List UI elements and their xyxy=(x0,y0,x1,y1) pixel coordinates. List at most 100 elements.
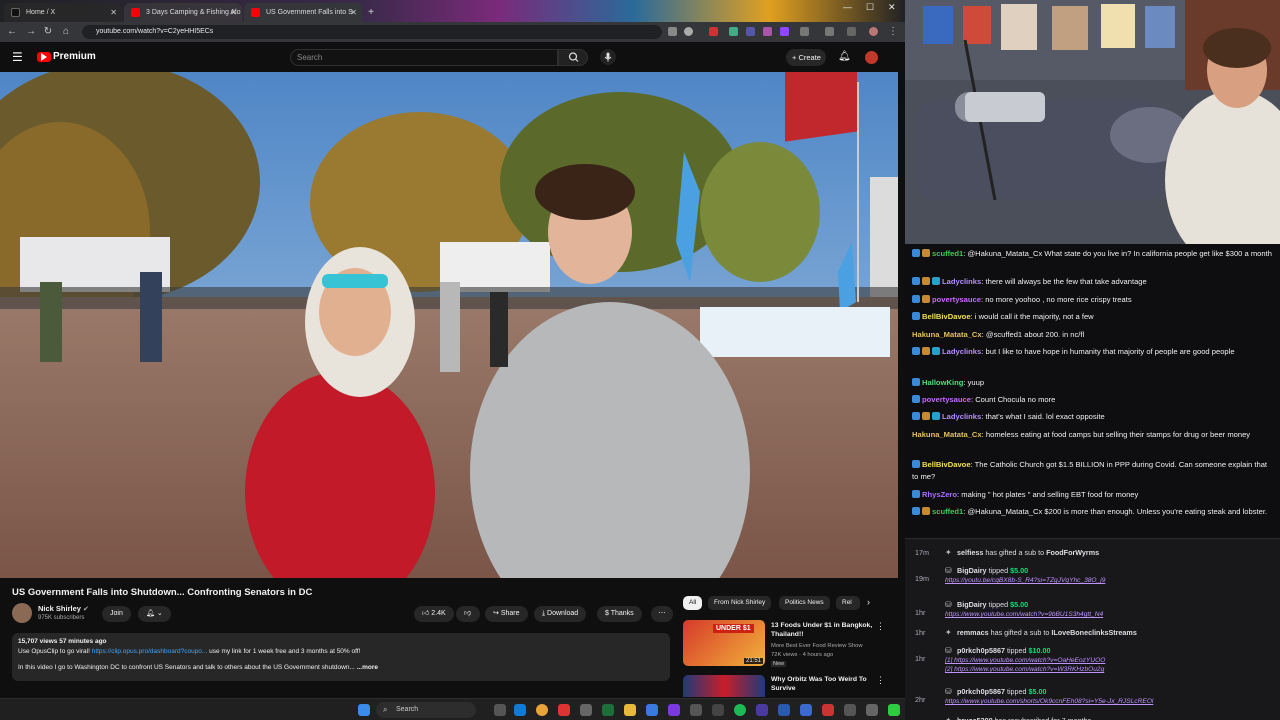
event-user[interactable]: bruce5300 xyxy=(957,716,993,720)
event-link[interactable]: https://youtu.be/cqBX8b-S_R4?si=TZgJVqYh… xyxy=(945,577,1105,584)
app-icon[interactable] xyxy=(712,704,724,716)
event-link[interactable]: https://www.youtube.com/shorts/Ok9ccnFEh… xyxy=(945,698,1153,705)
chip-related[interactable]: Rel xyxy=(836,596,860,610)
event-user[interactable]: p0rkch0p5867 xyxy=(957,687,1005,696)
chat-username[interactable]: povertysauce xyxy=(932,295,981,304)
reload-icon[interactable]: ↻ xyxy=(41,25,55,39)
tab-home-x[interactable]: Home / X ✕ xyxy=(4,3,122,22)
app-icon[interactable] xyxy=(778,704,790,716)
more-actions-button[interactable]: ⋯ xyxy=(651,606,673,622)
search-input[interactable]: Search xyxy=(290,49,558,66)
extension-icon[interactable] xyxy=(729,27,738,36)
chat-username[interactable]: povertysauce xyxy=(922,395,971,404)
windows-start-icon[interactable] xyxy=(358,704,370,716)
avatar[interactable] xyxy=(865,51,878,64)
task-view-icon[interactable] xyxy=(494,704,506,716)
profile-avatar-icon[interactable] xyxy=(869,27,878,36)
file-explorer-icon[interactable] xyxy=(624,704,636,716)
description-more-link[interactable]: ...more xyxy=(357,664,378,671)
puzzle-icon[interactable] xyxy=(800,27,809,36)
description-link[interactable]: https://clip.opus.pro/dashboard?coupo... xyxy=(92,648,208,655)
maximize-icon[interactable]: ☐ xyxy=(866,2,874,13)
spotify-icon[interactable] xyxy=(734,704,746,716)
chat-username[interactable]: Ladyclinks xyxy=(942,347,981,356)
twitch-icon[interactable] xyxy=(780,27,789,36)
video-player[interactable] xyxy=(0,72,898,578)
chat-username[interactable]: scuffed1 xyxy=(932,249,963,258)
cast-icon[interactable] xyxy=(668,27,677,36)
recommended-title-2[interactable]: Why Orbitz Was Too Weird To Survive xyxy=(771,675,873,693)
new-tab-button[interactable]: + xyxy=(364,3,378,22)
extension-icon[interactable] xyxy=(709,27,718,36)
chat-username[interactable]: HallowKing xyxy=(922,378,963,387)
recommended-thumbnail-1[interactable]: UNDER $1 21:51 xyxy=(683,620,765,666)
app-icon[interactable] xyxy=(844,704,856,716)
extension-icon[interactable] xyxy=(746,27,755,36)
event-link[interactable]: https://www.youtube.com/watch?v=9bBU1S3h… xyxy=(945,611,1103,618)
chat-username[interactable]: Ladyclinks xyxy=(942,412,981,421)
event-user[interactable]: selfiess xyxy=(957,548,983,557)
tab-camping[interactable]: 3 Days Camping & Fishing Alo ✕ xyxy=(124,3,242,22)
close-icon[interactable]: ✕ xyxy=(110,3,117,22)
app-icon[interactable] xyxy=(646,704,658,716)
notifications-bell-button[interactable]: 🔔︎ ⌄ xyxy=(138,606,171,622)
address-bar[interactable]: youtube.com/watch?v=C2yeHHI5ECs xyxy=(82,25,662,39)
home-icon[interactable]: ⌂ xyxy=(59,25,73,39)
app-icon[interactable] xyxy=(602,704,614,716)
channel-name[interactable]: Nick Shirley xyxy=(38,604,81,613)
sidebar-icon[interactable] xyxy=(825,27,834,36)
chip-from-channel[interactable]: From Nick Shirley xyxy=(708,596,772,610)
chat-username[interactable]: scuffed1 xyxy=(932,507,963,516)
hamburger-menu-icon[interactable]: ☰ xyxy=(12,50,23,64)
app-icon[interactable] xyxy=(822,704,834,716)
thanks-button[interactable]: $ Thanks xyxy=(597,606,642,622)
event-target[interactable]: ILoveBoneclinksStreams xyxy=(1051,628,1137,637)
recommended-channel-1[interactable]: More Best Ever Food Review Show xyxy=(771,643,863,649)
edge-icon[interactable] xyxy=(514,704,526,716)
download-button[interactable]: ⤓ Download xyxy=(534,606,587,622)
extension-icon[interactable] xyxy=(763,27,772,36)
app-icon[interactable] xyxy=(888,704,900,716)
event-user[interactable]: BigDairy xyxy=(957,600,987,609)
create-button[interactable]: + Create xyxy=(786,49,826,66)
chevron-right-icon[interactable]: › xyxy=(867,597,870,607)
close-icon[interactable]: ✕ xyxy=(230,3,237,22)
bell-icon[interactable]: 🔔︎ xyxy=(838,51,851,62)
app-icon[interactable] xyxy=(756,704,768,716)
close-icon[interactable]: ✕ xyxy=(350,3,357,22)
recommended-title-1[interactable]: 13 Foods Under $1 in Bangkok, Thailand!! xyxy=(771,621,873,639)
download-icon[interactable] xyxy=(847,27,856,36)
close-window-icon[interactable]: ✕ xyxy=(888,2,896,13)
recommended-thumbnail-2[interactable] xyxy=(683,675,765,697)
menu-dots-icon[interactable]: ⋮ xyxy=(886,25,900,39)
back-icon[interactable]: ← xyxy=(5,25,19,39)
chat-username[interactable]: RhysZero xyxy=(922,490,957,499)
like-button[interactable]: 👍︎ 2.4K xyxy=(414,606,454,622)
app-icon[interactable] xyxy=(690,704,702,716)
forward-icon[interactable]: → xyxy=(24,25,38,39)
chip-all[interactable]: All xyxy=(683,596,703,610)
more-options-icon[interactable]: ⋮ xyxy=(876,675,885,686)
chrome-icon[interactable] xyxy=(536,704,548,716)
share-button[interactable]: ↪ Share xyxy=(485,606,528,622)
event-user[interactable]: BigDairy xyxy=(957,566,987,575)
app-icon[interactable] xyxy=(580,704,592,716)
search-button[interactable] xyxy=(558,49,588,66)
event-user[interactable]: remmacs xyxy=(957,628,989,637)
chat-username[interactable]: Ladyclinks xyxy=(942,277,981,286)
join-button[interactable]: Join xyxy=(102,606,131,622)
dislike-button[interactable]: 👎︎ xyxy=(456,606,480,622)
chat-username[interactable]: BellBivDavoe xyxy=(922,460,971,469)
tab-active-video[interactable]: US Government Falls into S ✕ xyxy=(244,3,362,22)
app-icon[interactable] xyxy=(800,704,812,716)
app-icon[interactable] xyxy=(558,704,570,716)
video-description[interactable]: 15,707 views 57 minutes ago Use OpusClip… xyxy=(12,633,670,681)
bookmark-star-icon[interactable] xyxy=(684,27,693,36)
chip-politics-news[interactable]: Politics News xyxy=(779,596,830,610)
mic-button[interactable] xyxy=(600,49,616,65)
more-options-icon[interactable]: ⋮ xyxy=(876,621,885,632)
app-icon[interactable] xyxy=(668,704,680,716)
event-target[interactable]: FoodForWyrms xyxy=(1046,548,1099,557)
chat-username[interactable]: Hakuna_Matata_Cx xyxy=(912,330,982,339)
chat-username[interactable]: Hakuna_Matata_Cx xyxy=(912,430,982,439)
